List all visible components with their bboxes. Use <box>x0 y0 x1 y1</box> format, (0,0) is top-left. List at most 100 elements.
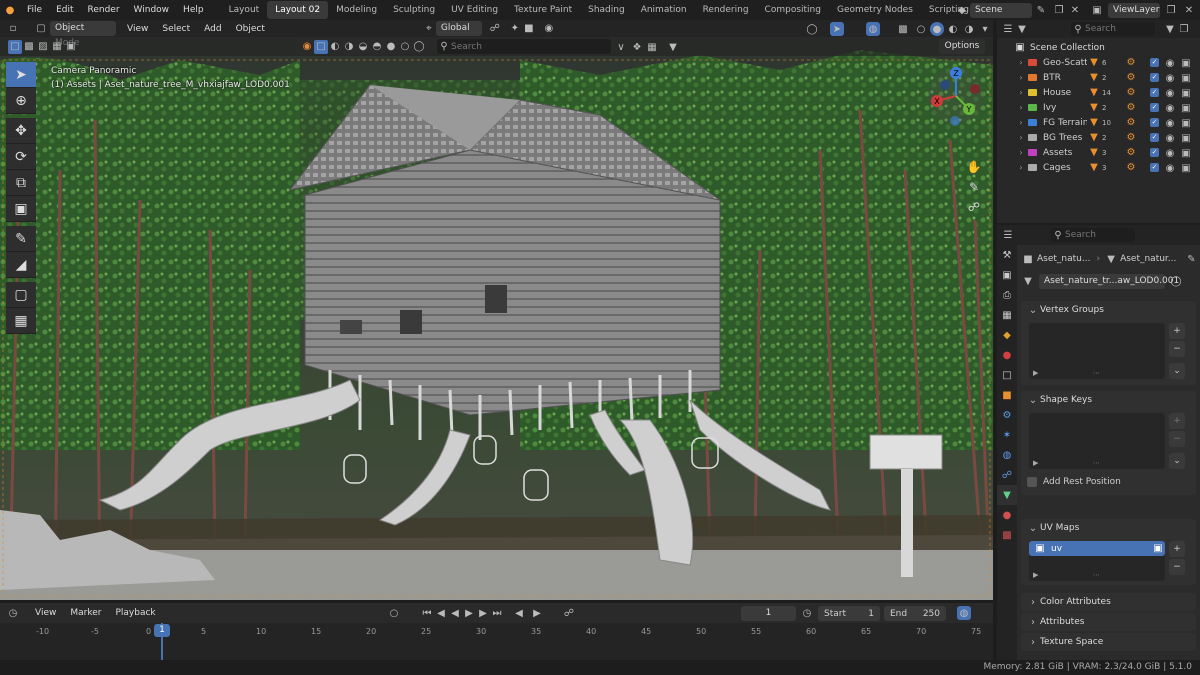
add-rest-position-checkbox[interactable] <box>1027 477 1037 487</box>
render-camera-icon[interactable]: ▣ <box>1179 86 1193 100</box>
clear-search-icon[interactable]: ∨ <box>614 40 628 54</box>
collection-row[interactable]: › BTR ▼ 2 ⚙ ✓ ◉ ▣ <box>997 70 1200 85</box>
add-uv-map-button[interactable]: + <box>1169 541 1185 557</box>
filter-all-icon[interactable]: ◉ <box>300 40 314 54</box>
tab-layout-02[interactable]: Layout 02 <box>267 1 329 19</box>
select-box-icon[interactable]: □ <box>8 39 22 54</box>
expand-arrow-icon[interactable]: › <box>1017 86 1025 100</box>
visibility-eye-icon[interactable]: ◉ <box>1163 71 1177 85</box>
shape-keys-header[interactable]: ⌄ Shape Keys <box>1021 391 1196 409</box>
viewport-menu-select[interactable]: Select <box>155 24 197 34</box>
tab-geometry-nodes[interactable]: Geometry Nodes <box>829 1 921 19</box>
viewport-search[interactable]: ⚲ Search <box>437 39 611 54</box>
expand-arrow-icon[interactable]: › <box>1017 71 1025 85</box>
remove-vertex-group-button[interactable]: − <box>1169 341 1185 357</box>
visibility-eye-icon[interactable]: ◉ <box>1163 56 1177 70</box>
proportional-edit-icon[interactable]: ◉ <box>542 22 556 36</box>
render-camera-icon[interactable]: ▣ <box>1179 131 1193 145</box>
new-view-layer-icon[interactable]: ❐ <box>1164 3 1178 17</box>
outliner-filter-icon[interactable]: ▼ <box>1163 22 1177 36</box>
add-rest-position-row[interactable]: Add Rest Position <box>1027 477 1121 487</box>
move-tool-icon[interactable]: ✥ <box>6 118 36 144</box>
vertex-groups-header[interactable]: ⌄ Vertex Groups <box>1021 301 1196 319</box>
collection-tab-icon[interactable]: □ <box>997 365 1017 385</box>
tab-animation[interactable]: Animation <box>633 1 695 19</box>
snap-target-icon[interactable]: ■ <box>522 22 536 36</box>
timeline-editor[interactable]: ◷ View Marker Playback ○ ⏮ ◀ ◀ ▶ ▶ ⏭ ◀ ▶… <box>0 603 993 660</box>
remove-shape-key-button[interactable]: − <box>1169 431 1185 447</box>
navigation-gizmo[interactable]: Z X Y <box>925 65 987 127</box>
delete-scene-icon[interactable]: ✕ <box>1068 3 1082 17</box>
xray-toggle-icon[interactable]: ▩ <box>896 22 910 36</box>
menu-window[interactable]: Window <box>127 5 177 15</box>
list-resize-handle[interactable]: ⋯ <box>1093 571 1100 579</box>
scene-tab-icon[interactable]: ◆ <box>997 325 1017 345</box>
tab-shading[interactable]: Shading <box>580 1 633 19</box>
color-attributes-panel[interactable]: › Color Attributes <box>1021 593 1196 611</box>
tab-texture-paint[interactable]: Texture Paint <box>506 1 580 19</box>
exclude-checkbox[interactable]: ✓ <box>1150 88 1159 97</box>
collection-row[interactable]: › Assets ▼ 3 ⚙ ✓ ◉ ▣ <box>997 145 1200 160</box>
lock-camera-icon[interactable]: ☍ <box>965 198 983 216</box>
exclude-checkbox[interactable]: ✓ <box>1150 103 1159 112</box>
uv-maps-header[interactable]: ⌄ UV Maps <box>1021 519 1196 537</box>
select-invert-icon[interactable]: ▦ <box>50 40 64 54</box>
editor-type-icon[interactable]: ▫ <box>6 22 20 36</box>
blender-logo-icon[interactable]: ● <box>0 3 20 17</box>
tab-sculpting[interactable]: Sculpting <box>385 1 443 19</box>
uv-map-item[interactable]: ▣ uv ▣ <box>1029 541 1165 556</box>
properties-editor-icon[interactable]: ☰ <box>1001 228 1015 242</box>
uv-render-icon[interactable]: ▣ <box>1151 542 1165 556</box>
expand-arrow-icon[interactable]: › <box>1017 146 1025 160</box>
collection-row[interactable]: › Ivy ▼ 2 ⚙ ✓ ◉ ▣ <box>997 100 1200 115</box>
menu-edit[interactable]: Edit <box>49 5 80 15</box>
filter-curve-icon[interactable]: ◐ <box>328 40 342 54</box>
particles-tab-icon[interactable]: ✶ <box>997 425 1017 445</box>
3d-viewport[interactable]: ▫ ▢ Object Mode View Select Add Object ⌖… <box>0 20 993 600</box>
tool-tab-icon[interactable]: ⚒ <box>997 245 1017 265</box>
cursor-tool-icon[interactable]: ⊕ <box>6 88 36 114</box>
visibility-eye-icon[interactable]: ◉ <box>1163 116 1177 130</box>
add-shape-key-button[interactable]: + <box>1169 413 1185 429</box>
shape-key-menu-button[interactable]: ⌄ <box>1169 453 1185 469</box>
filter-funnel-icon[interactable]: ▼ <box>666 40 680 54</box>
fake-user-icon[interactable]: ◯ <box>1169 275 1183 289</box>
viewport-menu-object[interactable]: Object <box>229 24 272 34</box>
outliner-editor-icon[interactable]: ☰ <box>1001 22 1015 36</box>
list-resize-handle[interactable]: ⋯ <box>1093 459 1100 467</box>
scale-tool-icon[interactable]: ⧉ <box>6 170 36 196</box>
add-vertex-group-button[interactable]: + <box>1169 323 1185 339</box>
new-collection-icon[interactable]: ❐ <box>1177 22 1191 36</box>
properties-search[interactable]: ⚲ Search <box>1051 228 1135 242</box>
render-tab-icon[interactable]: ▣ <box>997 265 1017 285</box>
uv-maps-list[interactable]: ▣ uv ▣ ▶ ⋯ <box>1029 541 1165 581</box>
tab-compositing[interactable]: Compositing <box>757 1 829 19</box>
collection-row[interactable]: › FG Terrain ▼ 10 ⚙ ✓ ◉ ▣ <box>997 115 1200 130</box>
expand-arrow-icon[interactable]: › <box>1017 116 1025 130</box>
hierarchy-icon[interactable]: ▦ <box>645 40 659 54</box>
select-subtract-icon[interactable]: ▨ <box>36 40 50 54</box>
visibility-eye-icon[interactable]: ◉ <box>1163 131 1177 145</box>
rotate-tool-icon[interactable]: ⟳ <box>6 144 36 170</box>
transform-tool-icon[interactable]: ▣ <box>6 196 36 222</box>
filter-mesh-icon[interactable]: □ <box>314 39 328 54</box>
collection-row[interactable]: › Geo-Scatter▼ 6 ⚙ ✓ ◉▣ <box>997 55 1200 70</box>
select-tool-icon[interactable]: ➤ <box>6 62 36 88</box>
shading-material-icon[interactable]: ◐ <box>946 22 960 36</box>
playhead-frame-badge[interactable]: 1 <box>154 624 170 637</box>
collection-row[interactable]: › Cages ▼ 3 ⚙ ✓ ◉ ▣ <box>997 160 1200 175</box>
list-expand-icon[interactable]: ▶ <box>1033 571 1038 579</box>
vertex-groups-list[interactable]: ▶ ⋯ <box>1029 323 1165 379</box>
visibility-eye-icon[interactable]: ◉ <box>1163 86 1177 100</box>
visibility-eye-icon[interactable]: ◉ <box>1163 101 1177 115</box>
filter-light-icon[interactable]: ○ <box>398 40 412 54</box>
list-expand-icon[interactable]: ▶ <box>1033 459 1038 467</box>
filter-volume-icon[interactable]: ● <box>384 40 398 54</box>
visibility-eye-icon[interactable]: ◉ <box>1163 161 1177 175</box>
camera-view-icon[interactable]: ✎ <box>965 178 983 196</box>
collection-row[interactable]: › House ▼ 14 ⚙ ✓ ◉ ▣ <box>997 85 1200 100</box>
menu-render[interactable]: Render <box>81 5 127 15</box>
bookmark-icon[interactable]: ❖ <box>630 40 644 54</box>
expand-arrow-icon[interactable]: › <box>1017 131 1025 145</box>
exclude-checkbox[interactable]: ✓ <box>1150 118 1159 127</box>
